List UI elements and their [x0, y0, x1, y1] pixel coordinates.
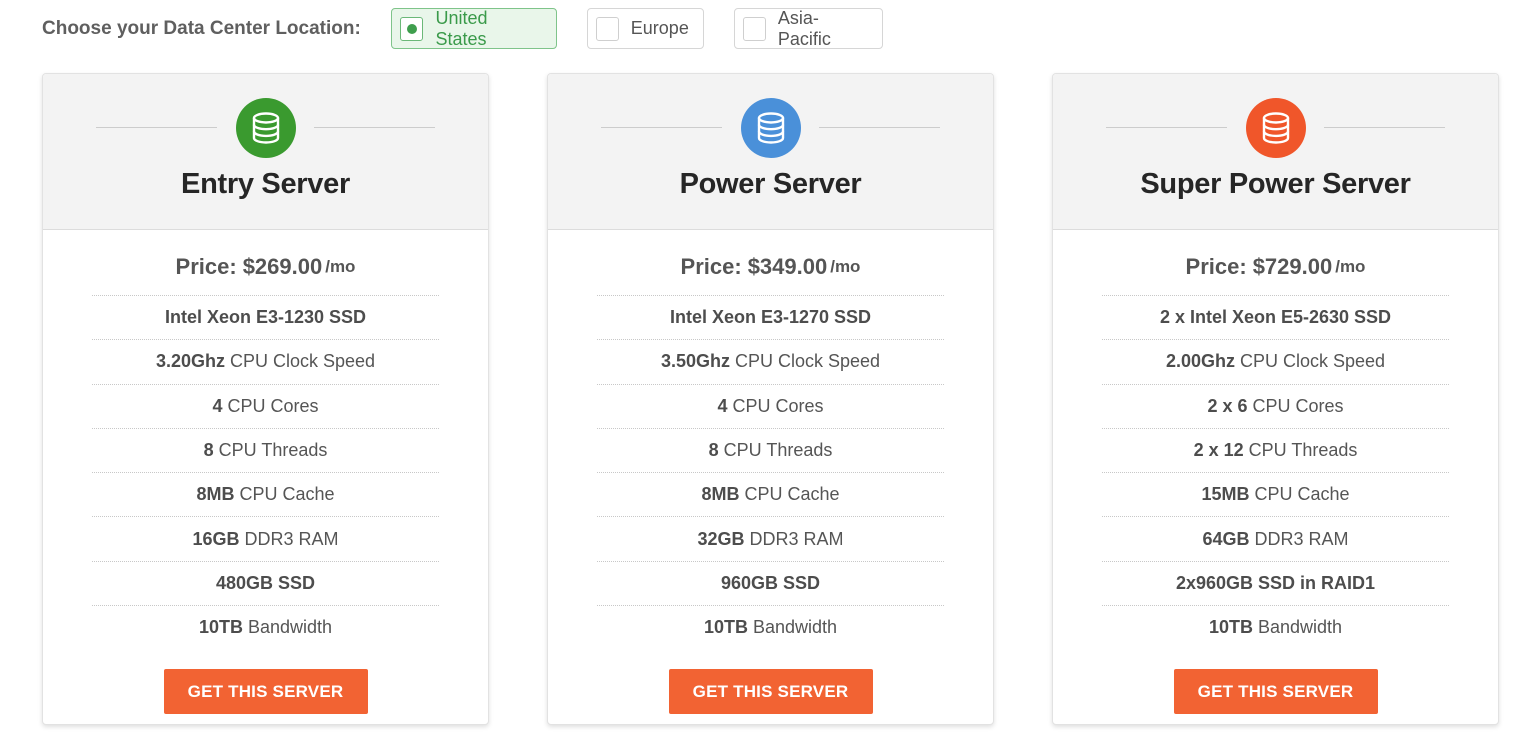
- feature-row: 8 CPU Threads: [92, 429, 439, 474]
- plan-card-super-power-server: Super Power Server Price: $729.00 /mo 2 …: [1052, 73, 1499, 725]
- price-row: Price: $349.00 /mo: [597, 230, 944, 296]
- get-this-server-button[interactable]: GET THIS SERVER: [1173, 669, 1378, 715]
- feature-row: 32GB DDR3 RAM: [597, 517, 944, 562]
- header-divider: [314, 127, 435, 128]
- feature-row: 4 CPU Cores: [597, 385, 944, 429]
- feature-row: Intel Xeon E3-1230 SSD: [92, 296, 439, 341]
- header-divider: [96, 127, 217, 128]
- feature-row: 2x960GB SSD in RAID1: [1102, 562, 1449, 607]
- plan-card-power-server: Power Server Price: $349.00 /mo Intel Xe…: [547, 73, 994, 725]
- feature-row: 3.50Ghz CPU Clock Speed: [597, 340, 944, 385]
- price-value: $729.00: [1252, 253, 1333, 279]
- feature-row: 2 x 12 CPU Threads: [1102, 429, 1449, 474]
- plan-card-entry-server: Entry Server Price: $269.00 /mo Intel Xe…: [42, 73, 489, 725]
- feature-row: 2 x 6 CPU Cores: [1102, 385, 1449, 429]
- feature-list: 2 x Intel Xeon E5-2630 SSD 2.00Ghz CPU Cl…: [1053, 296, 1498, 649]
- feature-row: 480GB SSD: [92, 562, 439, 607]
- price-value: $269.00: [242, 253, 323, 279]
- header-divider: [601, 127, 722, 128]
- feature-row: 16GB DDR3 RAM: [92, 517, 439, 562]
- plan-title: Super Power Server: [1140, 168, 1411, 200]
- feature-row: 2.00Ghz CPU Clock Speed: [1102, 340, 1449, 385]
- plan-card-header: Power Server: [548, 74, 993, 230]
- price-value: $349.00: [747, 253, 828, 279]
- price-unit: /mo: [830, 256, 861, 276]
- location-option-label: Asia-Pacific: [777, 7, 831, 49]
- feature-list: Intel Xeon E3-1230 SSD 3.20Ghz CPU Clock …: [43, 296, 488, 649]
- checkbox-unchecked-icon[interactable]: [742, 16, 766, 41]
- location-option-europe[interactable]: Europe: [586, 8, 704, 49]
- price-label: Price:: [1185, 253, 1247, 279]
- feature-row: 10TB Bandwidth: [1208, 617, 1343, 638]
- price-label: Price:: [175, 253, 237, 279]
- location-option-united-states[interactable]: United States: [390, 7, 557, 49]
- location-option-label: Europe: [630, 18, 689, 38]
- feature-list: Intel Xeon E3-1270 SSD 3.50Ghz CPU Clock …: [548, 296, 993, 649]
- feature-row: 8 CPU Threads: [597, 429, 944, 474]
- checkbox-checked-icon[interactable]: [399, 16, 424, 41]
- feature-row: 15MB CPU Cache: [1102, 473, 1449, 518]
- database-icon: [1246, 98, 1306, 158]
- header-divider: [1106, 127, 1227, 128]
- price-unit: /mo: [1335, 256, 1366, 276]
- price-row: Price: $729.00 /mo: [1102, 230, 1449, 296]
- plan-title: Entry Server: [181, 168, 350, 200]
- database-icon: [741, 98, 801, 158]
- feature-row: 960GB SSD: [597, 562, 944, 607]
- plan-card-header: Super Power Server: [1053, 74, 1498, 230]
- database-icon: [236, 98, 296, 158]
- data-center-location-selector: Choose your Data Center Location: United…: [42, 8, 913, 49]
- get-this-server-button[interactable]: GET THIS SERVER: [668, 669, 873, 715]
- pricing-cards: Entry Server Price: $269.00 /mo Intel Xe…: [42, 73, 1499, 725]
- feature-row: 10TB Bandwidth: [198, 617, 333, 638]
- price-label: Price:: [680, 253, 742, 279]
- checkbox-unchecked-icon[interactable]: [595, 16, 619, 41]
- feature-row: Intel Xeon E3-1270 SSD: [597, 296, 944, 341]
- header-divider: [1324, 127, 1445, 128]
- get-this-server-button[interactable]: GET THIS SERVER: [163, 669, 368, 715]
- feature-row: 2 x Intel Xeon E5-2630 SSD: [1102, 296, 1449, 341]
- feature-row: 8MB CPU Cache: [597, 473, 944, 518]
- price-unit: /mo: [325, 256, 356, 276]
- plan-title: Power Server: [679, 168, 862, 200]
- header-divider: [819, 127, 940, 128]
- location-option-asia-pacific[interactable]: Asia-Pacific: [733, 7, 883, 49]
- feature-row: 64GB DDR3 RAM: [1102, 517, 1449, 562]
- feature-row: 4 CPU Cores: [92, 385, 439, 429]
- location-label: Choose your Data Center Location:: [42, 17, 361, 39]
- feature-row: 10TB Bandwidth: [703, 617, 838, 638]
- price-row: Price: $269.00 /mo: [92, 230, 439, 296]
- location-option-label: United States: [435, 7, 488, 49]
- feature-row: 3.20Ghz CPU Clock Speed: [92, 340, 439, 385]
- plan-card-header: Entry Server: [43, 74, 488, 230]
- feature-row: 8MB CPU Cache: [92, 473, 439, 518]
